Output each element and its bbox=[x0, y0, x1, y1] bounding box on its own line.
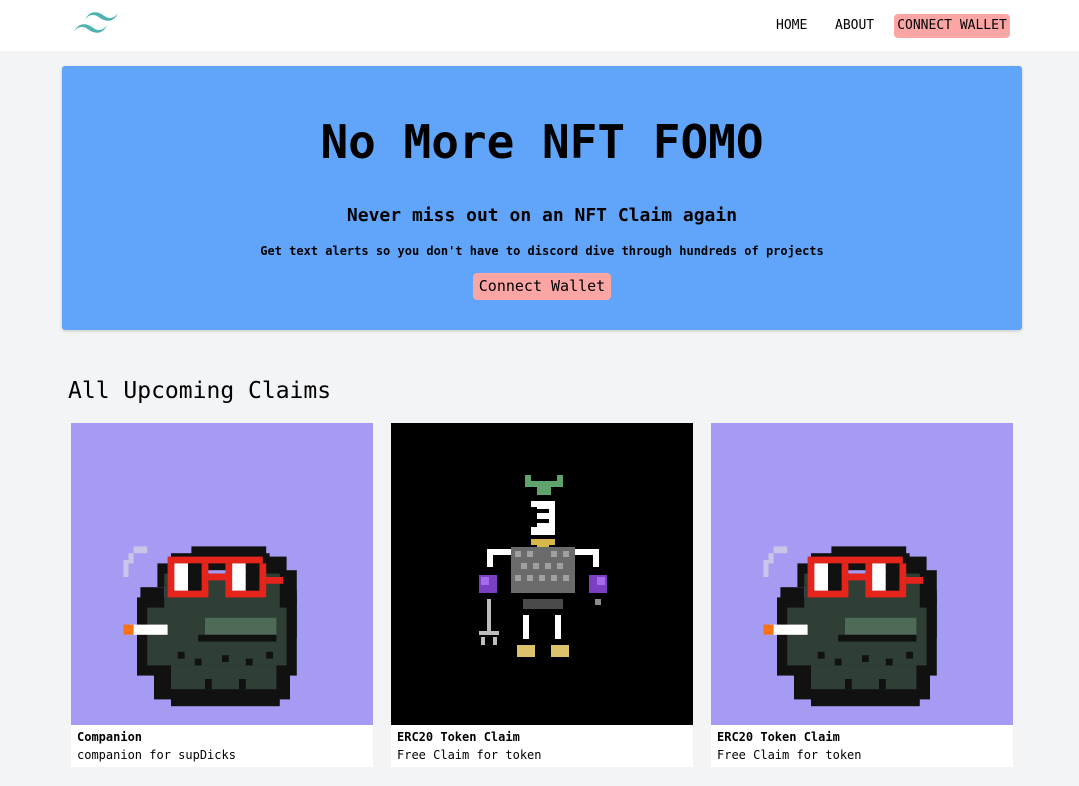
claims-heading: All Upcoming Claims bbox=[68, 378, 332, 404]
claim-card-description: companion for supDicks bbox=[77, 748, 236, 762]
claim-card-description: Free Claim for token bbox=[397, 748, 542, 762]
pixel-robot-character-icon bbox=[391, 423, 693, 725]
tailwind-logo-icon[interactable] bbox=[74, 10, 118, 38]
claim-card-title: Companion bbox=[77, 730, 143, 744]
pixel-toad-red-glasses-icon bbox=[711, 423, 1013, 725]
claim-card-description: Free Claim for token bbox=[717, 748, 862, 762]
nav-about-link[interactable]: ABOUT bbox=[835, 14, 874, 38]
hero-banner: No More NFT FOMO Never miss out on an NF… bbox=[62, 66, 1022, 330]
hero-subtitle: Never miss out on an NFT Claim again bbox=[346, 205, 738, 226]
claim-card[interactable]: ERC20 Token Claim Free Claim for token bbox=[391, 423, 693, 767]
claim-card-title: ERC20 Token Claim bbox=[717, 730, 840, 744]
hero-description: Get text alerts so you don't have to dis… bbox=[260, 244, 824, 258]
hero-connect-wallet-button[interactable]: Connect Wallet bbox=[473, 273, 611, 300]
hero-title: No More NFT FOMO bbox=[320, 115, 764, 169]
nav-connect-wallet-button[interactable]: CONNECT WALLET bbox=[894, 14, 1010, 38]
navbar: HOME ABOUT CONNECT WALLET bbox=[0, 0, 1079, 51]
claim-card[interactable]: Companion companion for supDicks bbox=[71, 423, 373, 767]
claim-card-title: ERC20 Token Claim bbox=[397, 730, 520, 744]
nav-home-link[interactable]: HOME bbox=[776, 14, 807, 38]
pixel-toad-red-glasses-icon bbox=[71, 423, 373, 725]
claim-card[interactable]: ERC20 Token Claim Free Claim for token bbox=[711, 423, 1013, 767]
